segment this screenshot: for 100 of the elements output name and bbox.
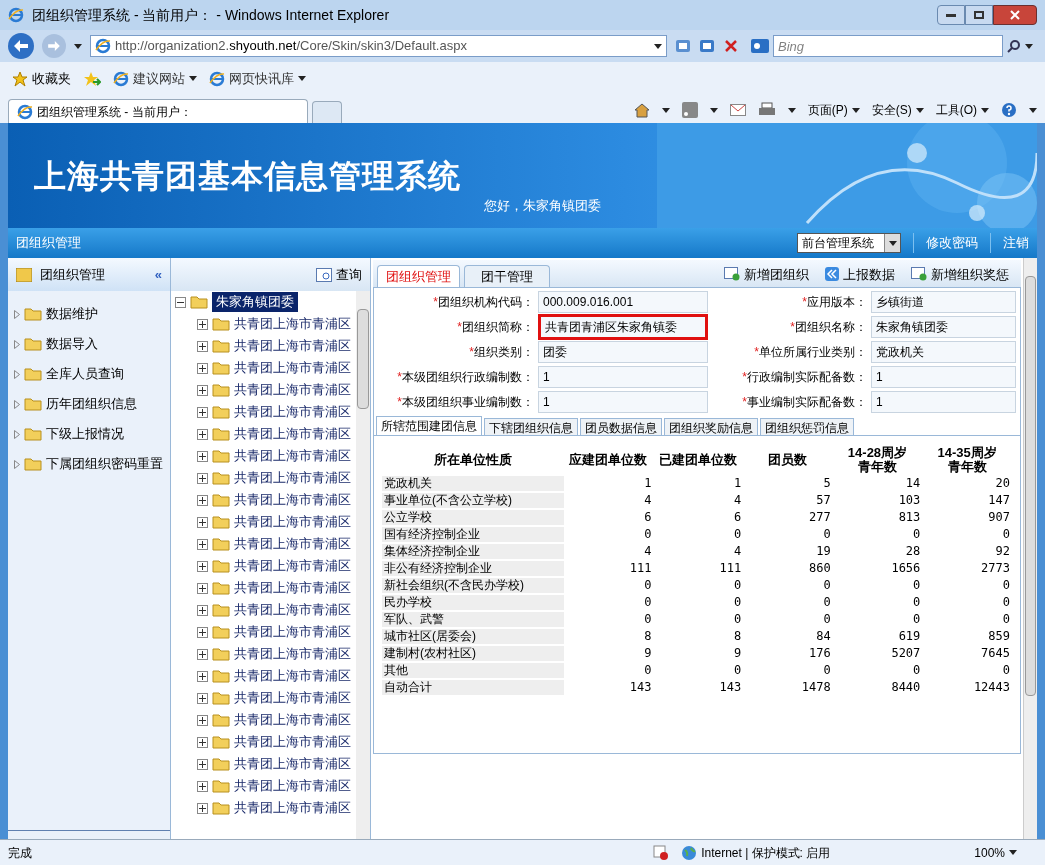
expand-toggle[interactable] bbox=[197, 538, 208, 550]
action-button[interactable]: 上报数据 bbox=[825, 264, 895, 284]
expand-toggle[interactable] bbox=[197, 450, 208, 462]
scrollbar[interactable] bbox=[356, 291, 370, 839]
add-favorite-icon[interactable] bbox=[83, 70, 101, 87]
sidebar-item[interactable]: 全库人员查询 bbox=[8, 359, 170, 389]
sub-tab[interactable]: 团组织奖励信息 bbox=[664, 418, 758, 435]
content-tab[interactable]: 团干管理 bbox=[464, 265, 550, 287]
tree-node[interactable]: 共青团上海市青浦区 bbox=[234, 534, 351, 554]
system-select[interactable]: 前台管理系统 bbox=[797, 233, 901, 253]
collapse-toggle[interactable] bbox=[175, 296, 186, 308]
expand-toggle[interactable] bbox=[197, 582, 208, 594]
expand-toggle[interactable] bbox=[197, 626, 208, 638]
sub-tab[interactable]: 下辖团组织信息 bbox=[484, 418, 578, 435]
tree-node[interactable]: 共青团上海市青浦区 bbox=[234, 446, 351, 466]
maximize-button[interactable] bbox=[965, 5, 993, 25]
tree-node[interactable]: 共青团上海市青浦区 bbox=[234, 424, 351, 444]
tree-node[interactable]: 共青团上海市青浦区 bbox=[234, 732, 351, 752]
minimize-button[interactable] bbox=[937, 5, 965, 25]
tree-node[interactable]: 共青团上海市青浦区 bbox=[234, 402, 351, 422]
tree-node[interactable]: 共青团上海市青浦区 bbox=[234, 644, 351, 664]
tree-node[interactable]: 共青团上海市青浦区 bbox=[234, 754, 351, 774]
browser-tab[interactable]: 团组织管理系统 - 当前用户： bbox=[8, 99, 308, 123]
query-button[interactable]: 查询 bbox=[316, 264, 362, 285]
tree-node[interactable]: 共青团上海市青浦区 bbox=[234, 556, 351, 576]
tree-node[interactable]: 共青团上海市青浦区 bbox=[234, 710, 351, 730]
tree-node[interactable]: 共青团上海市青浦区 bbox=[234, 798, 351, 818]
text-field[interactable]: 党政机关 bbox=[871, 341, 1016, 363]
sub-tab[interactable]: 团组织惩罚信息 bbox=[760, 418, 854, 435]
text-field[interactable]: 共青团青浦区朱家角镇委 bbox=[538, 314, 708, 340]
search-field[interactable]: Bing bbox=[773, 35, 1003, 57]
tree-node[interactable]: 共青团上海市青浦区 bbox=[234, 380, 351, 400]
expand-toggle[interactable] bbox=[197, 758, 208, 770]
tree-node[interactable]: 朱家角镇团委 bbox=[212, 292, 298, 312]
collapse-button[interactable]: « bbox=[154, 264, 162, 285]
content-tab[interactable]: 团组织管理 bbox=[377, 265, 460, 287]
stop-icon[interactable] bbox=[723, 38, 739, 54]
address-field[interactable]: http://organization2.shyouth.net/Core/Skin/skin3/Default.aspx bbox=[90, 35, 667, 57]
tree-node[interactable]: 共青团上海市青浦区 bbox=[234, 468, 351, 488]
sidebar-item[interactable]: 历年团组织信息 bbox=[8, 389, 170, 419]
tree-node[interactable]: 共青团上海市青浦区 bbox=[234, 600, 351, 620]
sidebar-item[interactable]: 下级上报情况 bbox=[8, 419, 170, 449]
action-button[interactable]: 新增组织奖惩 bbox=[911, 264, 1009, 284]
expand-toggle[interactable] bbox=[197, 648, 208, 660]
sidebar-item[interactable]: 下属团组织密码重置 bbox=[8, 449, 170, 479]
expand-toggle[interactable] bbox=[197, 736, 208, 748]
sidebar-item[interactable]: 数据导入 bbox=[8, 329, 170, 359]
text-field[interactable]: 1 bbox=[538, 366, 708, 388]
tree-node[interactable]: 共青团上海市青浦区 bbox=[234, 314, 351, 334]
expand-toggle[interactable] bbox=[197, 802, 208, 814]
text-field[interactable]: 乡镇街道 bbox=[871, 291, 1016, 313]
expand-toggle[interactable] bbox=[197, 670, 208, 682]
nav-link[interactable]: 修改密码 bbox=[913, 233, 978, 253]
tree-node[interactable]: 共青团上海市青浦区 bbox=[234, 622, 351, 642]
favorites-link[interactable]: 网页快讯库 bbox=[209, 68, 306, 89]
expand-toggle[interactable] bbox=[197, 472, 208, 484]
sub-tab[interactable]: 所辖范围建团信息 bbox=[376, 416, 482, 435]
expand-toggle[interactable] bbox=[197, 340, 208, 352]
tree-node[interactable]: 共青团上海市青浦区 bbox=[234, 490, 351, 510]
text-field[interactable]: 000.009.016.001 bbox=[538, 291, 708, 313]
close-button[interactable] bbox=[993, 5, 1037, 25]
tree-node[interactable]: 共青团上海市青浦区 bbox=[234, 336, 351, 356]
text-field[interactable]: 1 bbox=[871, 366, 1016, 388]
back-button[interactable] bbox=[8, 33, 34, 59]
expand-toggle[interactable] bbox=[197, 560, 208, 572]
tree-node[interactable]: 共青团上海市青浦区 bbox=[234, 512, 351, 532]
expand-toggle[interactable] bbox=[197, 692, 208, 704]
command-menu[interactable]: 工具(O) bbox=[935, 101, 989, 119]
text-field[interactable]: 朱家角镇团委 bbox=[871, 316, 1016, 338]
expand-toggle[interactable] bbox=[197, 780, 208, 792]
tree-node[interactable]: 共青团上海市青浦区 bbox=[234, 358, 351, 378]
text-field[interactable]: 1 bbox=[538, 391, 708, 413]
tree-node[interactable]: 共青团上海市青浦区 bbox=[234, 776, 351, 796]
command-menu[interactable]: 安全(S) bbox=[871, 101, 924, 119]
expand-toggle[interactable] bbox=[197, 362, 208, 374]
mail-icon[interactable] bbox=[729, 104, 746, 116]
sidebar-item[interactable]: 数据维护 bbox=[8, 299, 170, 329]
text-field[interactable]: 团委 bbox=[538, 341, 708, 363]
command-menu[interactable]: 页面(P) bbox=[807, 101, 860, 119]
expand-toggle[interactable] bbox=[197, 384, 208, 396]
action-button[interactable]: 新增团组织 bbox=[724, 264, 809, 284]
printer-icon[interactable] bbox=[757, 102, 776, 118]
zoom-button[interactable]: 100% bbox=[974, 843, 1017, 862]
tree-node[interactable]: 共青团上海市青浦区 bbox=[234, 688, 351, 708]
expand-toggle[interactable] bbox=[197, 604, 208, 616]
nav-link[interactable]: 注销 bbox=[990, 233, 1029, 253]
tree-node[interactable]: 共青团上海市青浦区 bbox=[234, 666, 351, 686]
expand-toggle[interactable] bbox=[197, 428, 208, 440]
expand-toggle[interactable] bbox=[197, 406, 208, 418]
home-icon[interactable] bbox=[633, 102, 650, 118]
favorites-link[interactable]: 建议网站 bbox=[113, 68, 197, 89]
favorites-button[interactable]: 收藏夹 bbox=[12, 68, 71, 89]
expand-toggle[interactable] bbox=[197, 494, 208, 506]
tree-node[interactable]: 共青团上海市青浦区 bbox=[234, 578, 351, 598]
scrollbar[interactable] bbox=[1023, 258, 1037, 839]
expand-toggle[interactable] bbox=[197, 516, 208, 528]
text-field[interactable]: 1 bbox=[871, 391, 1016, 413]
help-icon[interactable] bbox=[1001, 102, 1017, 118]
expand-toggle[interactable] bbox=[197, 714, 208, 726]
sub-tab[interactable]: 团员数据信息 bbox=[580, 418, 662, 435]
